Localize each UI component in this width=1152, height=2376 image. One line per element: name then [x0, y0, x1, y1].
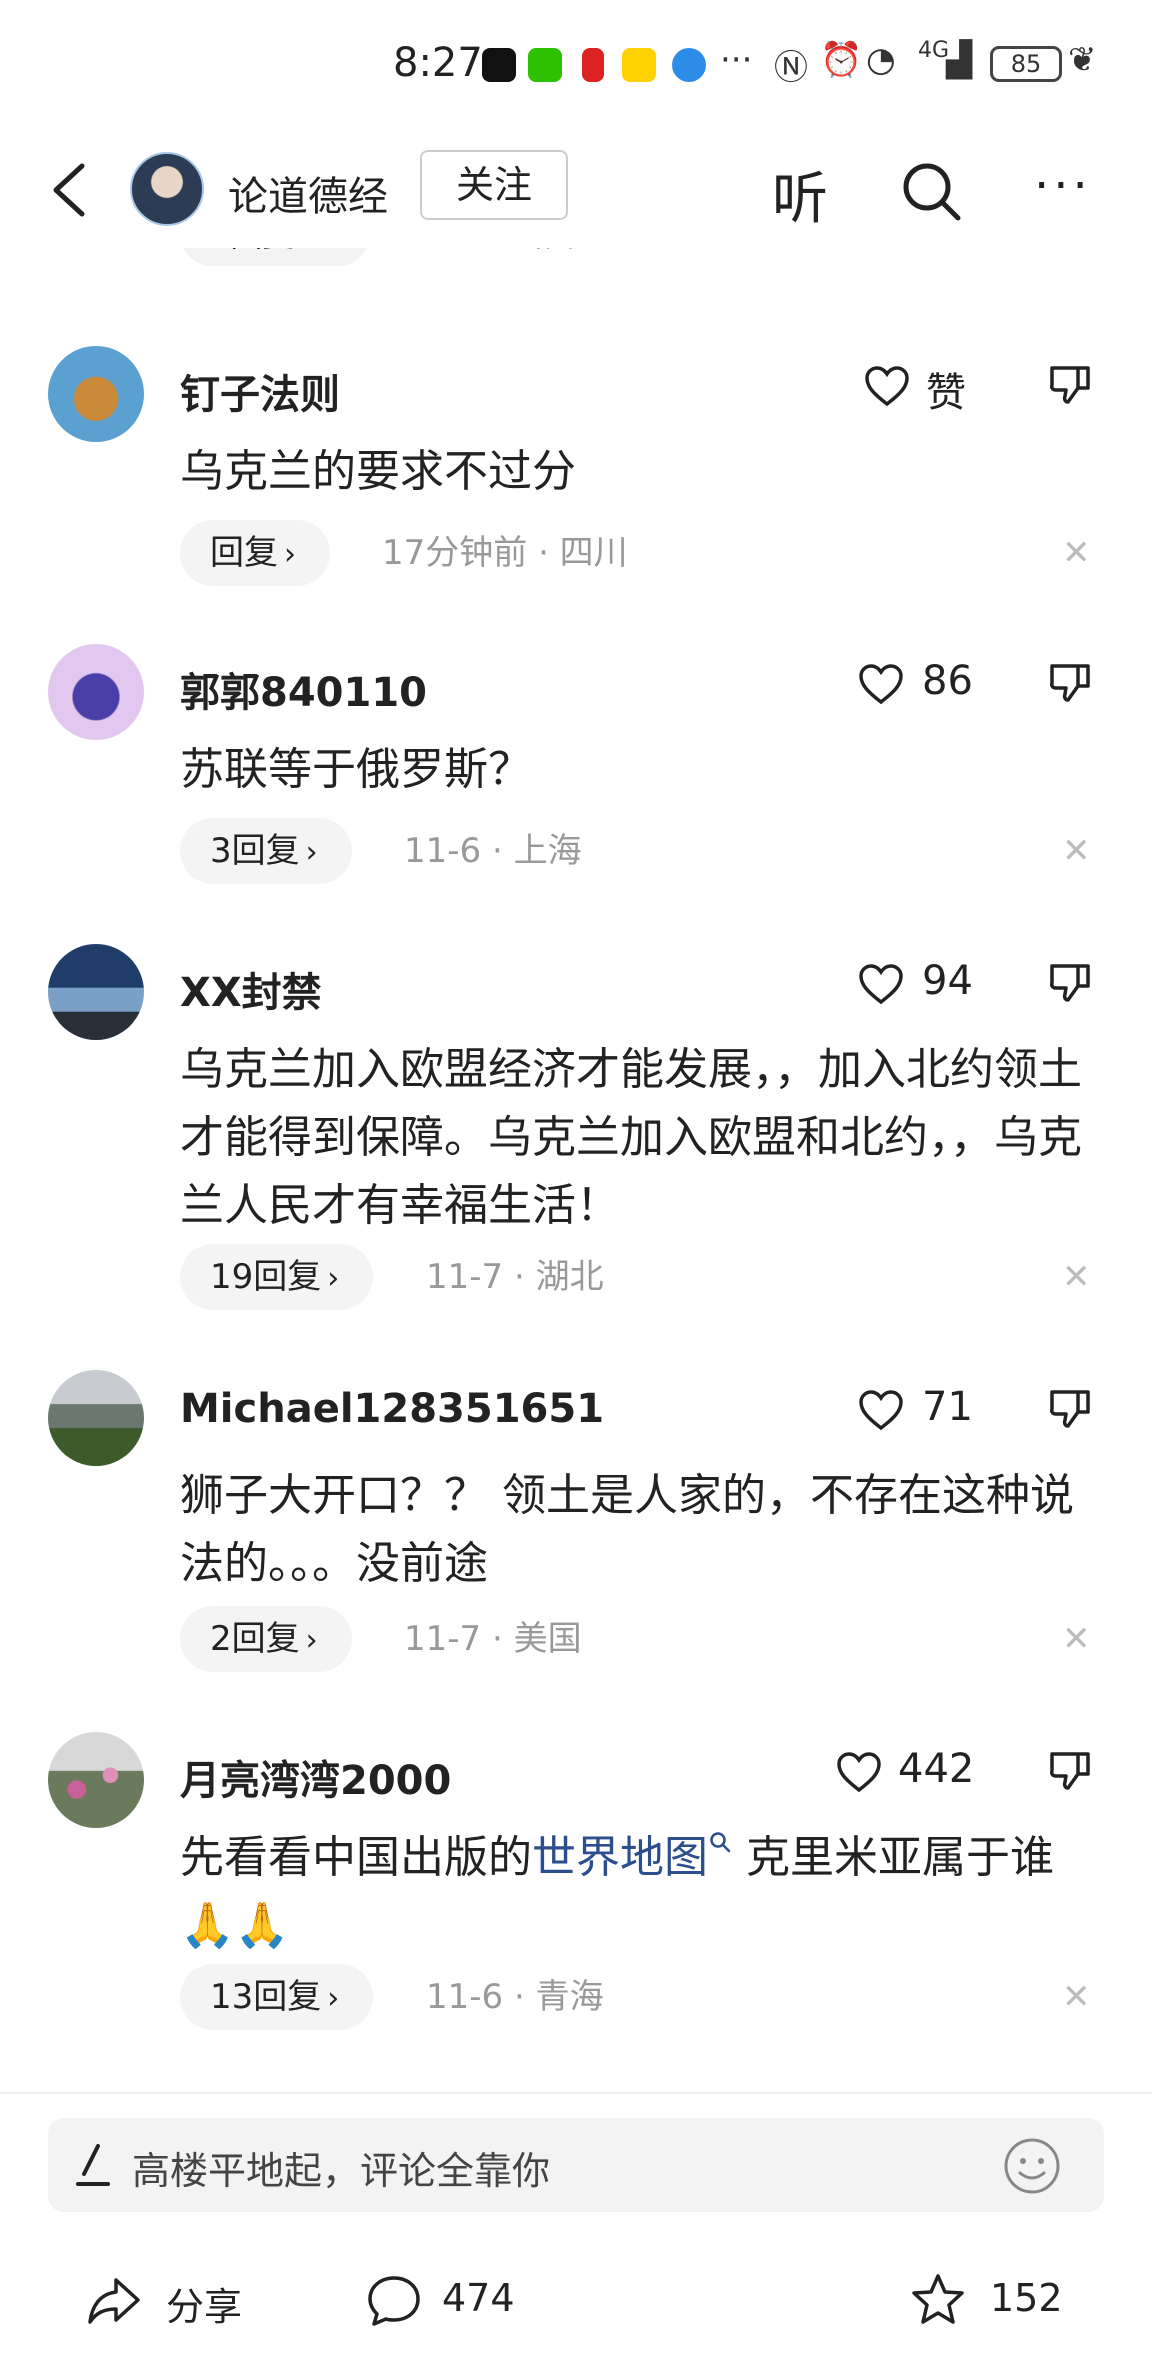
comment-username[interactable]: XX封禁 — [180, 960, 322, 1018]
comment-text: 苏联等于俄罗斯？ — [180, 744, 532, 795]
chevron-right-icon: › — [284, 537, 296, 572]
more-icon[interactable]: ··· — [1034, 158, 1092, 214]
reply-button[interactable]: 19回复 › — [180, 1244, 374, 1310]
nfc-icon: Ⓝ — [774, 48, 808, 88]
like-count[interactable]: 71 — [922, 1384, 973, 1430]
like-count[interactable]: 赞 — [926, 360, 966, 418]
meituan-icon — [622, 48, 656, 82]
comment-placeholder: 高楼平地起，评论全靠你 — [132, 2149, 551, 2193]
comment-text: 乌克兰加入欧盟经济才能发展，，加入北约领土才能得到保障。乌克兰加入欧盟和北约，，… — [180, 1044, 1082, 1231]
heart-icon[interactable] — [858, 664, 904, 706]
search-icon — [710, 1832, 731, 1853]
comment-username[interactable]: 月亮湾湾2000 — [180, 1748, 451, 1806]
user-avatar[interactable] — [48, 1732, 144, 1828]
comment-input[interactable]: 高楼平地起，评论全靠你 — [48, 2118, 1104, 2212]
pray-emoji-icon: 🙏🙏 — [180, 1900, 290, 1951]
comment-meta: 11-7 · 湖北 — [426, 1257, 604, 1297]
user-avatar[interactable] — [48, 644, 144, 740]
author-name[interactable]: 论道德经 — [228, 164, 388, 222]
user-avatar[interactable] — [48, 1370, 144, 1466]
close-icon[interactable]: ✕ — [1062, 1260, 1091, 1294]
header: 论道德经 关注 听 ··· — [0, 130, 1152, 248]
comment-meta: 11-7 · 美国 — [404, 1619, 582, 1659]
comment-username[interactable]: 钉子法则 — [180, 362, 340, 420]
comment-meta: 17分钟前 · 四川 — [382, 533, 628, 573]
share-icon[interactable] — [86, 2272, 142, 2328]
close-icon[interactable]: ✕ — [1062, 834, 1091, 868]
comment-item: Michael128351651 71 狮子大开口？？ 领土是人家的，不存在这种… — [0, 1370, 1152, 1680]
reply-button[interactable]: 2回复 › — [180, 1606, 352, 1672]
dislike-icon[interactable] — [1048, 1386, 1092, 1430]
dislike-icon[interactable] — [1048, 960, 1092, 1004]
search-icon[interactable] — [898, 158, 964, 224]
dislike-icon[interactable] — [1048, 362, 1092, 406]
heart-icon[interactable] — [858, 1390, 904, 1432]
comment-item: 月亮湾湾2000 442 先看看中国出版的世界地图 克里米亚属于谁🙏🙏 13回复… — [0, 1732, 1152, 2052]
follow-button[interactable]: 关注 — [420, 150, 568, 220]
status-bar: 8:27 ··· Ⓝ ⏰ ◔ 4G ▟ 85 ❦ — [0, 0, 1152, 130]
chevron-right-icon: › — [305, 835, 318, 870]
back-arrow-icon[interactable] — [46, 160, 94, 220]
emoji-icon[interactable] — [1002, 2136, 1062, 2196]
chevron-right-icon: › — [327, 1261, 340, 1296]
comment-meta: 11-6 · 上海 — [404, 831, 582, 871]
comment-item: XX封禁 94 乌克兰加入欧盟经济才能发展，，加入北约领土才能得到保障。乌克兰加… — [0, 944, 1152, 1314]
battery-indicator: 85 — [990, 46, 1062, 82]
comment-icon[interactable] — [366, 2272, 422, 2328]
comment-item: 钉子法则 赞 乌克兰的要求不过分 回复 › 17分钟前 · 四川 ✕ — [0, 346, 1152, 586]
like-count[interactable]: 86 — [922, 658, 973, 704]
comment-text: 狮子大开口？？ 领土是人家的，不存在这种说法的。。。没前途 — [180, 1470, 1074, 1589]
chevron-right-icon: › — [327, 1981, 340, 2016]
star-icon[interactable] — [910, 2272, 966, 2328]
heart-icon[interactable] — [858, 964, 904, 1006]
user-avatar[interactable] — [48, 944, 144, 1040]
pen-icon — [76, 2144, 110, 2186]
notification-more-icon: ··· — [720, 40, 753, 80]
chevron-right-icon: › — [305, 1623, 318, 1658]
dislike-icon[interactable] — [1048, 1748, 1092, 1792]
signal-icon: ▟ — [946, 40, 973, 80]
reply-button[interactable]: 回复 › — [180, 520, 330, 586]
like-count[interactable]: 442 — [898, 1746, 974, 1792]
author-avatar[interactable] — [130, 152, 204, 226]
close-icon[interactable]: ✕ — [1062, 1980, 1091, 2014]
comment-text: 乌克兰的要求不过分 — [180, 446, 576, 497]
network-type: 4G — [918, 38, 950, 63]
comment-username[interactable]: Michael128351651 — [180, 1386, 604, 1432]
comment-count[interactable]: 474 — [442, 2276, 515, 2320]
comment-username[interactable]: 郭郭840110 — [180, 660, 427, 718]
like-count[interactable]: 94 — [922, 958, 973, 1004]
app-red-icon — [582, 48, 604, 82]
alarm-icon: ⏰ — [820, 40, 863, 80]
eco-leaf-icon: ❦ — [1068, 40, 1097, 80]
listen-button[interactable]: 听 — [772, 154, 828, 235]
heart-icon[interactable] — [836, 1752, 882, 1794]
comment-meta: 11-6 · 青海 — [426, 1977, 604, 2017]
status-time: 8:27 — [393, 40, 483, 86]
browser-icon — [672, 48, 706, 82]
dislike-icon[interactable] — [1048, 660, 1092, 704]
user-avatar[interactable] — [48, 346, 144, 442]
close-icon[interactable]: ✕ — [1062, 1622, 1091, 1656]
search-link[interactable]: 世界地图 — [532, 1832, 732, 1883]
favorite-count[interactable]: 152 — [990, 2276, 1063, 2320]
wifi-icon: ◔ — [866, 40, 896, 80]
heart-icon[interactable] — [864, 366, 910, 408]
wechat-icon — [528, 48, 562, 82]
reply-button[interactable]: 13回复 › — [180, 1964, 374, 2030]
tiktok-icon — [482, 48, 516, 82]
close-icon[interactable]: ✕ — [1062, 536, 1091, 570]
comment-text: 先看看中国出版的世界地图 克里米亚属于谁🙏🙏 — [180, 1832, 1054, 1951]
comment-item: 郭郭840110 86 苏联等于俄罗斯？ 3回复 › 11-6 · 上海 ✕ — [0, 644, 1152, 884]
reply-button[interactable]: 3回复 › — [180, 818, 352, 884]
share-label[interactable]: 分享 — [166, 2276, 242, 2331]
bottom-bar: 分享 474 152 — [0, 2240, 1152, 2360]
divider — [0, 2092, 1152, 2094]
